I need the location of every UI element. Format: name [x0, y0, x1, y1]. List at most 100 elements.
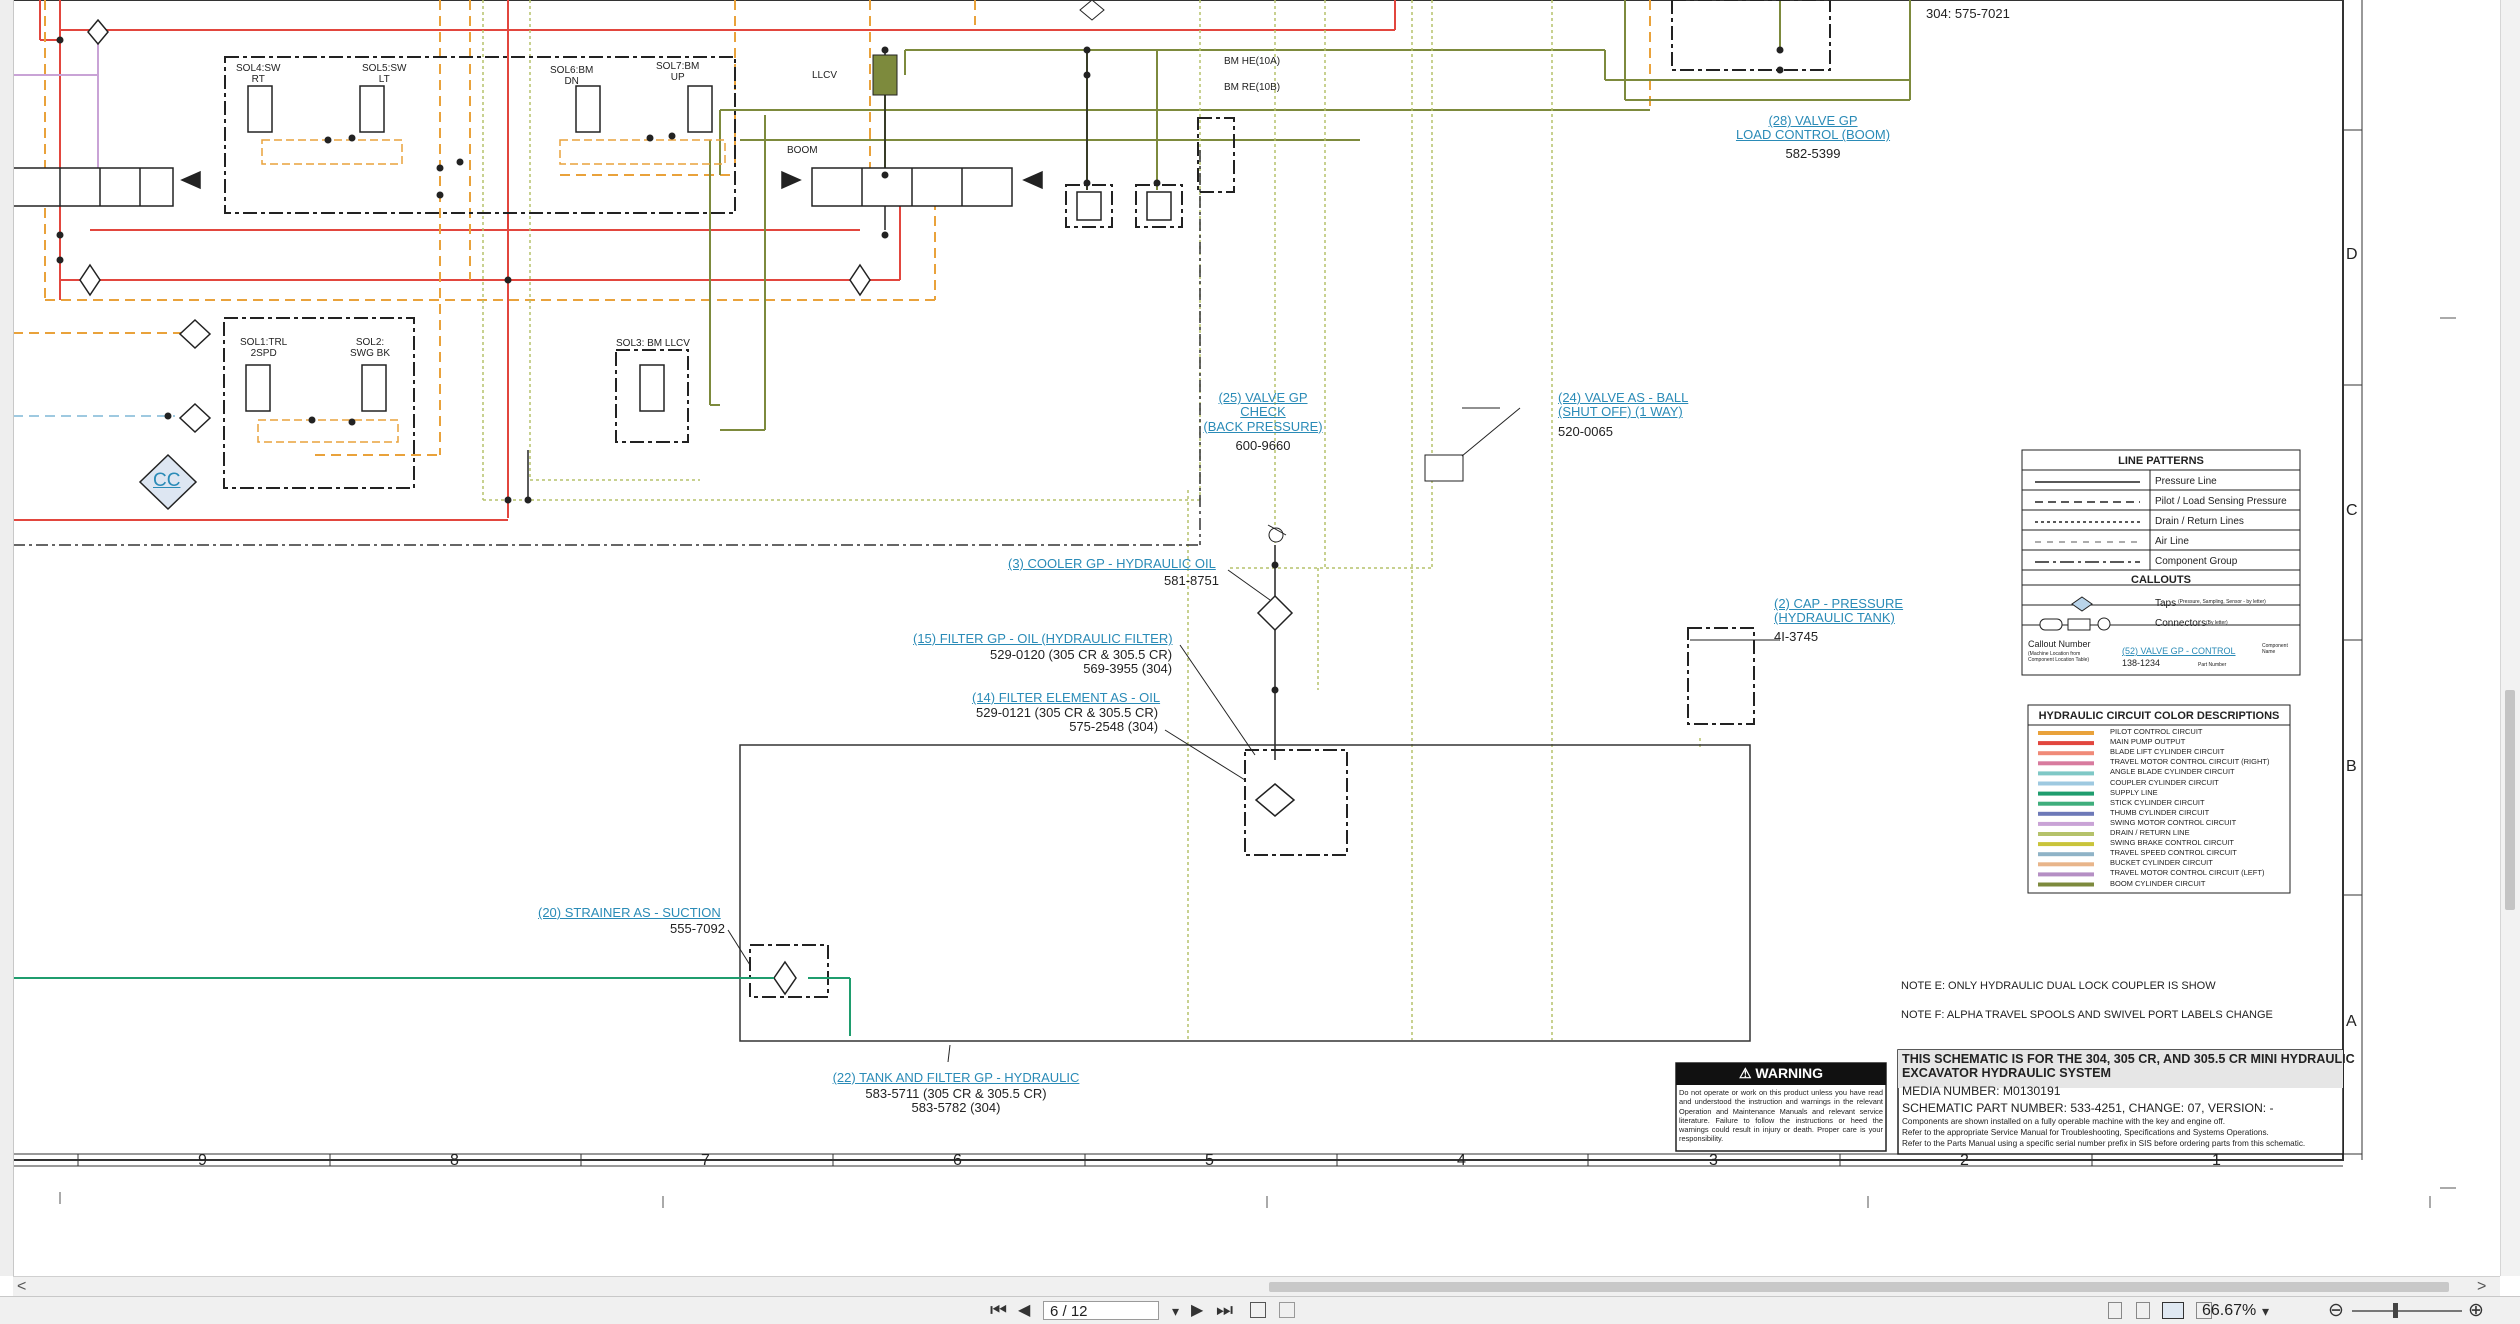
sol5-label: SOL5:SW LT: [362, 63, 407, 85]
color-swatch: [2038, 832, 2094, 836]
grid-row-d: D: [2346, 246, 2358, 263]
grid-col-1: 1: [2212, 1152, 2221, 1169]
sol7-label: SOL7:BM UP: [656, 61, 700, 83]
color-swatch: [2038, 862, 2094, 867]
left-panel-edge: [0, 0, 14, 1276]
zoom-level[interactable]: 66.67%: [2202, 1302, 2256, 1320]
zoom-slider-handle[interactable]: [2393, 1303, 2398, 1318]
grid-col-7: 7: [701, 1152, 710, 1169]
color-legend-label: SUPPLY LINE: [2110, 787, 2158, 797]
color-swatch: [2038, 821, 2094, 826]
connectors-small: (By letter): [2206, 620, 2228, 626]
legend-sample-link[interactable]: (52) VALVE GP - CONTROL: [2122, 646, 2236, 657]
color-swatch: [2038, 842, 2094, 847]
horizontal-scrollbar[interactable]: < >: [13, 1276, 2500, 1297]
color-legend-label: SWING MOTOR CONTROL CIRCUIT: [2110, 817, 2237, 827]
line-pattern-air: Air Line: [2155, 536, 2189, 547]
warning-title-text: WARNING: [1755, 1065, 1824, 1081]
line-pattern-drain: Drain / Return Lines: [2155, 516, 2244, 527]
callout-25-link[interactable]: (25) VALVE GP CHECK (BACK PRESSURE): [1192, 390, 1334, 434]
color-legend-label: BLADE LIFT CYLINDER CIRCUIT: [2110, 747, 2225, 757]
callout-3-link[interactable]: (3) COOLER GP - HYDRAULIC OIL: [1008, 556, 1216, 571]
callout-14-link[interactable]: (14) FILTER ELEMENT AS - OIL: [972, 690, 1160, 705]
callout-20-link[interactable]: (20) STRAINER AS - SUCTION: [538, 905, 721, 920]
page-dropdown-icon[interactable]: ▾: [1172, 1300, 1179, 1322]
page-number-input[interactable]: 6 / 12: [1043, 1301, 1159, 1320]
taps-small: (Pressure, Sampling, Sensor - by letter): [2178, 599, 2266, 605]
callout-24-part: 520-0065: [1558, 424, 1613, 439]
connectors-label: Connectors: [2155, 618, 2207, 629]
color-swatch: [2038, 761, 2094, 766]
horizontal-scrollbar-thumb[interactable]: [1269, 1282, 2449, 1292]
callout-28-part: 582-5399: [1785, 146, 1841, 161]
sol4-label: SOL4:SW RT: [236, 63, 281, 85]
pdf-viewer: SOL4:SW RT SOL5:SW LT SOL6:BM DN SOL7:BM…: [0, 0, 2520, 1324]
llcv-label: LLCV: [812, 70, 838, 81]
warning-title: ⚠ WARNING: [1676, 1065, 1886, 1081]
legend-sample-part: 138-1234: [2122, 658, 2161, 668]
zoom-slider[interactable]: [2352, 1310, 2462, 1312]
color-swatch: [2038, 882, 2094, 887]
vertical-scrollbar[interactable]: [2500, 0, 2520, 1276]
next-page-button[interactable]: ▶: [1191, 1300, 1203, 1322]
color-legend-label: COUPLER CYLINDER CIRCUIT: [2110, 777, 2219, 787]
color-legend-title: HYDRAULIC CIRCUIT COLOR DESCRIPTIONS: [2038, 710, 2280, 722]
zoom-out-button[interactable]: ⊖: [2328, 1300, 2344, 1322]
boom-label: BOOM: [787, 145, 818, 156]
grid-col-5: 5: [1205, 1152, 1214, 1169]
single-page-view-icon[interactable]: [2108, 1302, 2122, 1319]
continuous-view-icon[interactable]: [2136, 1302, 2150, 1319]
sol3-label: SOL3: BM LLCV: [616, 338, 690, 349]
callout-28-link[interactable]: (28) VALVE GP LOAD CONTROL (BOOM): [1733, 113, 1893, 143]
callout-3-part: 581-8751: [1164, 573, 1219, 588]
callout-14-part: 529-0121 (305 CR & 305.5 CR) 575-2548 (3…: [976, 705, 1159, 735]
title-block-title: THIS SCHEMATIC IS FOR THE 304, 305 CR, A…: [1902, 1052, 2355, 1080]
grid-row-c: C: [2346, 502, 2358, 519]
bm-he-label: BM HE(10A): [1224, 56, 1281, 67]
title-block-line1: Components are shown installed on a full…: [1902, 1117, 2226, 1126]
sol1-label: SOL1:TRL 2SPD: [240, 337, 288, 359]
color-swatch: [2038, 781, 2094, 786]
callout-2-part: 4I-3745: [1774, 629, 1819, 644]
color-legend-label: SWING BRAKE CONTROL CIRCUIT: [2110, 838, 2234, 848]
scroll-left-icon[interactable]: <: [17, 1278, 26, 1296]
color-swatch: [2038, 872, 2094, 877]
line-pattern-pressure: Pressure Line: [2155, 476, 2217, 487]
note-e: NOTE E: ONLY HYDRAULIC DUAL LOCK COUPLER…: [1901, 980, 2216, 992]
color-swatch: [2038, 852, 2094, 857]
sol2-label: SOL2: SWG BK: [350, 337, 391, 359]
color-swatch: [2038, 731, 2094, 735]
color-swatch: [2038, 751, 2094, 756]
title-block-part: SCHEMATIC PART NUMBER: 533-4251, CHANGE:…: [1902, 1101, 2274, 1115]
callout-2-link[interactable]: (2) CAP - PRESSURE (HYDRAULIC TANK): [1774, 596, 1903, 626]
callout-22-link[interactable]: (22) TANK AND FILTER GP - HYDRAULIC: [820, 1070, 1092, 1085]
callout-24-link[interactable]: (24) VALVE AS - BALL (SHUT OFF) (1 WAY): [1558, 390, 1688, 420]
warning-text: Do not operate or work on this product u…: [1679, 1088, 1883, 1144]
zoom-in-button[interactable]: ⊕: [2468, 1300, 2484, 1322]
cc-connector[interactable]: CC: [153, 470, 180, 492]
two-page-view-icon[interactable]: [2162, 1302, 2184, 1319]
color-legend-label: ANGLE BLADE CYLINDER CIRCUIT: [2110, 767, 2235, 777]
viewer-toolbar: ⏮ ◀ 6 / 12 ▾ ▶ ⏭ 66.67% ▾ ⊖ ⊕: [0, 1296, 2520, 1324]
rotate-icon[interactable]: [1250, 1302, 1266, 1318]
grid-col-6: 6: [953, 1152, 962, 1169]
vertical-scrollbar-thumb[interactable]: [2505, 690, 2515, 910]
color-swatch: [2038, 771, 2094, 776]
zoom-dropdown-icon[interactable]: ▾: [2262, 1300, 2269, 1322]
prev-page-button[interactable]: ◀: [1018, 1300, 1030, 1322]
first-page-button[interactable]: ⏮: [990, 1300, 1007, 1322]
color-legend-label: THUMB CYLINDER CIRCUIT: [2110, 807, 2210, 817]
color-swatch: [2038, 741, 2094, 746]
sol6-label: SOL6:BM DN: [550, 65, 594, 87]
last-page-button[interactable]: ⏭: [1216, 1300, 1233, 1322]
line-pattern-component: Component Group: [2155, 556, 2238, 567]
scroll-right-icon[interactable]: >: [2477, 1278, 2486, 1296]
callout-15-part: 529-0120 (305 CR & 305.5 CR) 569-3955 (3…: [990, 647, 1173, 677]
title-block-media: MEDIA NUMBER: M0130191: [1902, 1084, 2061, 1098]
color-legend-label: STICK CYLINDER CIRCUIT: [2110, 797, 2205, 807]
callout-15-link[interactable]: (15) FILTER GP - OIL (HYDRAULIC FILTER): [913, 631, 1173, 646]
copy-page-icon[interactable]: [1279, 1302, 1295, 1318]
color-legend-label: BOOM CYLINDER CIRCUIT: [2110, 878, 2206, 888]
color-swatch: [2038, 811, 2094, 816]
callout-number-small: (Machine Location from Component Locatio…: [2028, 651, 2090, 663]
